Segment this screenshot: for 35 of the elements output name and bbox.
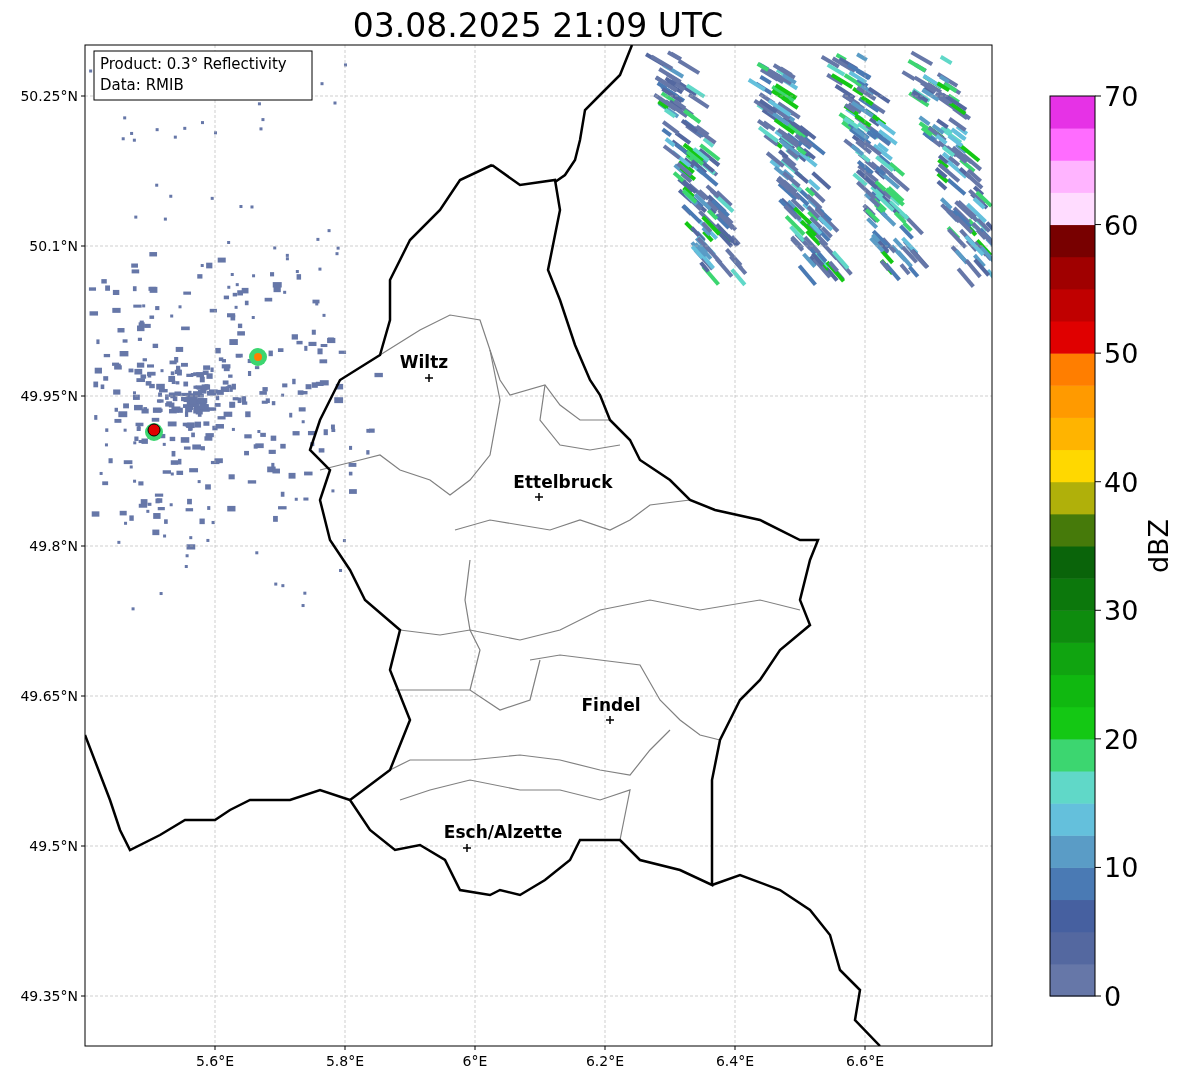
city-marker-icon: [424, 373, 434, 383]
latitude-label: 49.95°N: [20, 388, 78, 404]
city-label: Ettelbruck: [513, 472, 613, 492]
latitude-label: 49.65°N: [20, 688, 78, 704]
latitude-label: 49.8°N: [29, 538, 78, 554]
longitude-label: 6.4°E: [715, 1053, 755, 1069]
city-marker-icon: [462, 843, 472, 853]
latitude-label: 49.5°N: [29, 838, 78, 854]
colorbar-tick-label: 70: [1104, 81, 1139, 112]
city-label: Wiltz: [399, 352, 449, 372]
city-marker-icon: [534, 492, 544, 502]
info-text: Product: 0.3° Reflectivity: [100, 55, 287, 73]
colorbar-tick-label: 0: [1104, 981, 1122, 1012]
longitude-label: 5.8°E: [325, 1053, 365, 1069]
city-marker-icon: [605, 715, 615, 725]
colorbar-tick-label: 60: [1104, 209, 1139, 241]
longitude-label: 5.6°E: [195, 1053, 235, 1069]
colorbar-tick-label: 50: [1104, 338, 1139, 370]
colorbar-tick-label: 20: [1104, 723, 1139, 755]
storm-cell-icon: [249, 348, 267, 366]
colorbar-tick-label: 10: [1104, 852, 1139, 884]
longitude-label: 6.6°E: [845, 1053, 885, 1069]
latitude-label: 50.1°N: [29, 238, 78, 254]
longitude-label: 6°E: [462, 1053, 488, 1069]
colorbar-tick-label: 40: [1104, 466, 1139, 498]
city-label: Findel: [581, 695, 641, 715]
info-text: Data: RMIB: [100, 76, 184, 94]
longitude-label: 6.2°E: [585, 1053, 625, 1069]
latitude-label: 49.35°N: [20, 988, 78, 1004]
colorbar-tick-label: 30: [1104, 595, 1139, 627]
colorbar-label: dBZ: [1143, 518, 1174, 574]
latitude-label: 50.25°N: [20, 88, 78, 104]
city-label: Esch/Alzette: [443, 822, 563, 842]
plot-title: 03.08.2025 21:09 UTC: [352, 6, 724, 45]
radar-site-icon: [145, 423, 163, 441]
